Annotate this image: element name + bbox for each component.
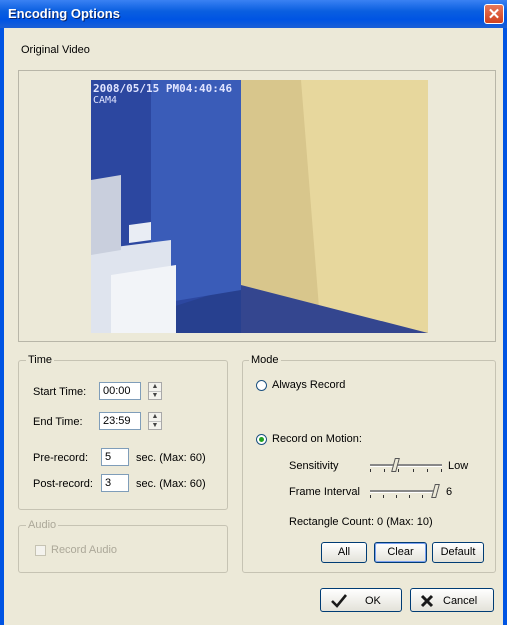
slider-track (370, 464, 442, 467)
record-audio-checkbox[interactable] (35, 545, 46, 556)
clear-button[interactable]: Clear (374, 542, 427, 563)
window-frame-left (0, 28, 4, 625)
check-icon (331, 594, 347, 608)
slider-tick (422, 495, 423, 498)
audio-legend: Audio (26, 519, 59, 531)
prerecord-max-label: sec. (Max: 60) (136, 452, 206, 464)
video-camera-overlay: CAM4 (93, 95, 118, 106)
record-on-motion-label: Record on Motion: (272, 433, 362, 445)
slider-tick (427, 469, 428, 472)
slider-tick (398, 469, 399, 472)
start-time-input[interactable]: 00:00 (99, 382, 141, 400)
window-title: Encoding Options (8, 6, 120, 21)
record-on-motion-radio[interactable] (256, 434, 267, 445)
start-time-spinner[interactable]: ▲ ▼ (148, 382, 162, 400)
spin-up-icon[interactable]: ▲ (149, 383, 161, 392)
slider-tick (384, 469, 385, 472)
slider-tick (441, 469, 442, 472)
slider-tick (409, 495, 410, 498)
window-frame-right (503, 28, 507, 625)
close-button[interactable]: ✕ (484, 4, 504, 24)
slider-track (370, 490, 438, 493)
spin-down-icon[interactable]: ▼ (149, 392, 161, 400)
rectangle-count-label: Rectangle Count: 0 (Max: 10) (289, 516, 433, 528)
close-icon: ✕ (487, 6, 501, 23)
slider-tick (370, 495, 371, 498)
frame-interval-value: 6 (446, 486, 453, 498)
time-legend: Time (26, 354, 55, 366)
cancel-label: Cancel (443, 595, 478, 607)
slider-tick (396, 495, 397, 498)
slider-tick (370, 469, 371, 472)
title-bar: Encoding Options ✕ (0, 0, 507, 28)
frame-interval-label: Frame Interval (289, 486, 360, 498)
video-timestamp-overlay: 2008/05/15 PM04:40:46 (93, 82, 233, 95)
ok-button[interactable]: OK (320, 588, 402, 612)
end-time-spinner[interactable]: ▲ ▼ (148, 412, 162, 430)
ok-label: OK (365, 595, 381, 607)
prerecord-label: Pre-record: (33, 452, 89, 464)
end-time-label: End Time: (33, 416, 83, 428)
slider-tick (383, 495, 384, 498)
default-button[interactable]: Default (432, 542, 484, 563)
spin-down-icon[interactable]: ▼ (149, 422, 161, 430)
postrecord-max-label: sec. (Max: 60) (136, 478, 206, 490)
end-time-input[interactable]: 23:59 (99, 412, 141, 430)
spin-up-icon[interactable]: ▲ (149, 413, 161, 422)
always-record-radio[interactable] (256, 380, 267, 391)
cancel-x-icon (420, 594, 434, 608)
sensitivity-value: Low (448, 460, 469, 472)
sensitivity-slider[interactable] (370, 458, 442, 472)
mode-legend: Mode (249, 354, 281, 366)
always-record-label: Always Record (272, 379, 346, 391)
slider-tick (413, 469, 414, 472)
audio-group (18, 525, 228, 573)
start-time-label: Start Time: (33, 386, 87, 398)
frame-interval-slider[interactable] (370, 484, 440, 498)
original-video-label: Original Video (21, 44, 90, 56)
postrecord-label: Post-record: (33, 478, 93, 490)
postrecord-input[interactable]: 3 (101, 474, 129, 492)
video-scene-image (91, 80, 428, 333)
cancel-button[interactable]: Cancel (410, 588, 494, 612)
all-button[interactable]: All (321, 542, 367, 563)
sensitivity-label: Sensitivity (289, 460, 339, 472)
prerecord-input[interactable]: 5 (101, 448, 129, 466)
record-audio-label: Record Audio (51, 544, 118, 556)
video-preview: 2008/05/15 PM04:40:46 CAM4 (91, 80, 428, 333)
